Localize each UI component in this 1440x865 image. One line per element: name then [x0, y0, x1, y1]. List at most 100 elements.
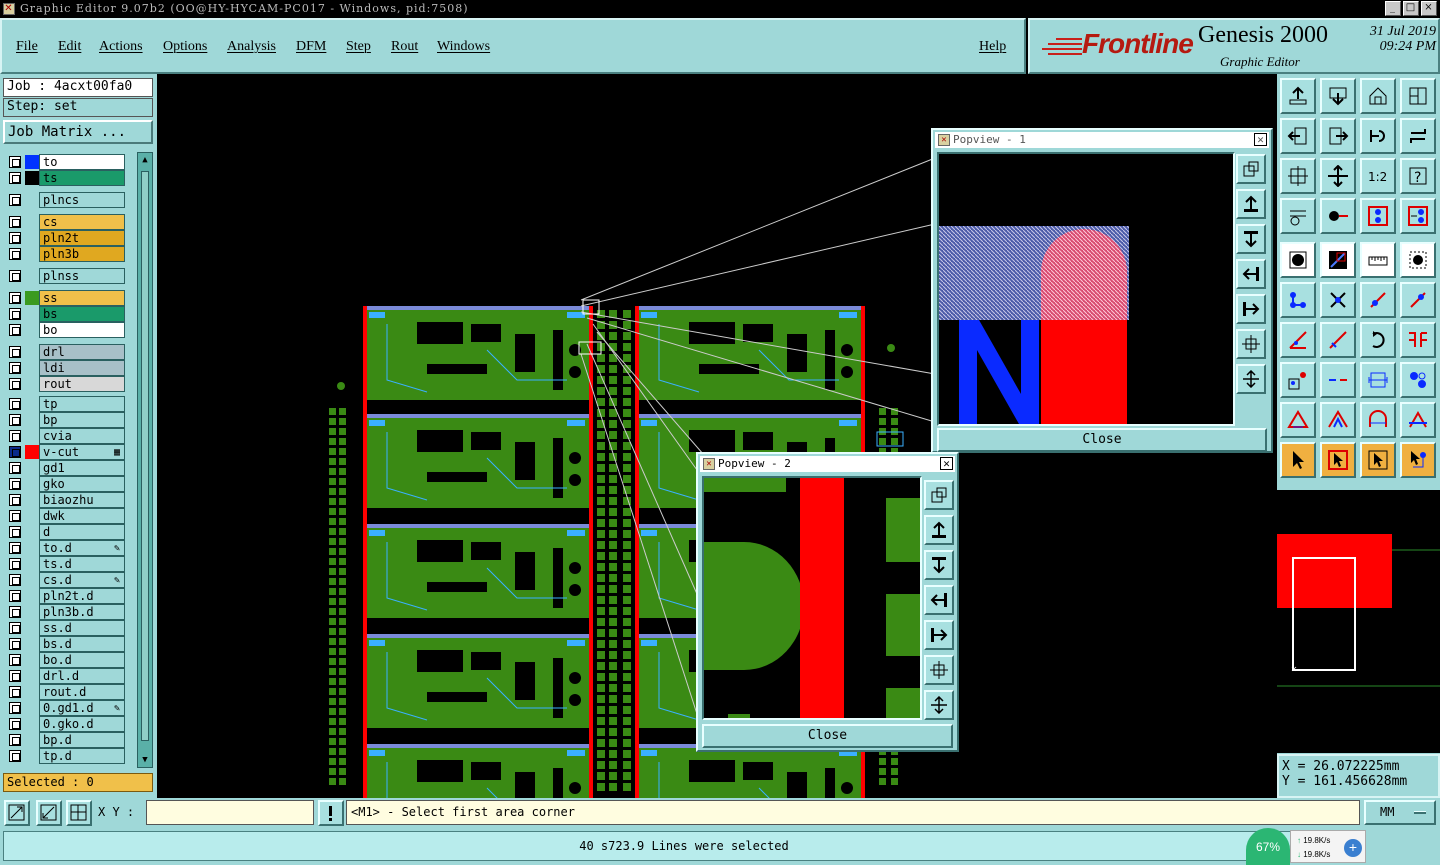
layer-name[interactable]: tp.d [39, 748, 125, 764]
pointer-button[interactable] [1280, 442, 1316, 478]
layer-name[interactable]: bp [39, 412, 125, 428]
zoom-home-button[interactable] [1320, 158, 1356, 194]
menu-analysis[interactable]: Analysis [227, 39, 276, 55]
layer-name[interactable]: pln2t [39, 230, 125, 246]
layer-row[interactable]: bp [5, 412, 127, 428]
split-view-button[interactable] [1400, 78, 1436, 114]
connect-button[interactable] [1280, 282, 1316, 318]
cut-line-button[interactable] [1320, 362, 1356, 398]
layer-checkbox[interactable] [9, 638, 21, 650]
units-selector[interactable]: MM [1364, 800, 1436, 825]
triangle-add-button[interactable] [1280, 402, 1316, 438]
layer-name[interactable]: biaozhu [39, 492, 125, 508]
layer-row[interactable]: cs.d ✎ [5, 572, 127, 588]
layer-row[interactable]: ss [5, 290, 127, 306]
scroll-up-icon[interactable]: ▲ [140, 155, 150, 165]
layer-checkbox[interactable] [9, 414, 21, 426]
layer-row[interactable]: drl [5, 344, 127, 360]
menu-help[interactable]: Help [979, 39, 1006, 55]
layer-checkbox[interactable] [9, 654, 21, 666]
layer-name[interactable]: ldi [39, 360, 125, 376]
layer-name[interactable]: cs [39, 214, 125, 230]
layer-name[interactable]: bs.d [39, 636, 125, 652]
overview-window[interactable]: × [1277, 490, 1440, 753]
layer-checkbox[interactable] [9, 462, 21, 474]
layer-name[interactable]: cvia [39, 428, 125, 444]
popview-copy-view-button[interactable] [924, 480, 954, 510]
layer-checkbox[interactable] [9, 324, 21, 336]
layer-name[interactable]: 0.gd1.d ✎ [39, 700, 125, 716]
network-gauge[interactable]: 67% [1246, 828, 1290, 865]
net-highlight-button[interactable] [1400, 198, 1436, 234]
scroll-thumb[interactable] [141, 171, 149, 741]
layer-name[interactable]: pln3b.d [39, 604, 125, 620]
swap-button[interactable] [1360, 118, 1396, 154]
menu-rout[interactable]: Rout [391, 39, 418, 55]
layer-checkbox[interactable] [9, 510, 21, 522]
layer-checkbox[interactable] [9, 270, 21, 282]
ruler-button[interactable] [1360, 242, 1396, 278]
popview-pan-down-button[interactable] [1236, 224, 1266, 254]
layer-name[interactable]: pln3b [39, 246, 125, 262]
layer-checkbox[interactable] [9, 232, 21, 244]
popview-1-titlebar[interactable]: ✕ Popview - 1 ✕ [935, 132, 1269, 148]
scale-one-two-button[interactable]: 1:2 [1360, 158, 1396, 194]
slash-line-button[interactable] [1320, 322, 1356, 358]
measure-pad-button[interactable] [1360, 362, 1396, 398]
triangle-edit-button[interactable] [1320, 402, 1356, 438]
home-button[interactable] [1360, 78, 1396, 114]
layer-checkbox[interactable] [9, 574, 21, 586]
menu-edit[interactable]: Edit [58, 39, 81, 55]
layer-checkbox[interactable] [9, 216, 21, 228]
popview-1-close-button[interactable]: Close [937, 428, 1267, 452]
cross-pad-button[interactable] [1320, 282, 1356, 318]
layer-name[interactable]: ts [39, 170, 125, 186]
layer-checkbox[interactable] [9, 398, 21, 410]
layer-checkbox[interactable] [9, 156, 21, 168]
probe-button[interactable] [1320, 198, 1356, 234]
popview-2-close-icon[interactable]: ✕ [940, 457, 953, 470]
home-up-button[interactable] [1280, 78, 1316, 114]
layer-row[interactable]: gko [5, 476, 127, 492]
layer-checkbox[interactable] [9, 558, 21, 570]
layer-name[interactable]: gd1 [39, 460, 125, 476]
layer-name[interactable]: drl.d [39, 668, 125, 684]
layer-name[interactable]: bo.d [39, 652, 125, 668]
layer-row[interactable]: bs [5, 306, 127, 322]
layer-checkbox[interactable] [9, 172, 21, 184]
popview-pan-up-button[interactable] [924, 515, 954, 545]
layer-row[interactable]: ts.d [5, 556, 127, 572]
layer-checkbox[interactable] [9, 378, 21, 390]
layer-checkbox[interactable] [9, 308, 21, 320]
layer-row[interactable]: ldi [5, 360, 127, 376]
rotate-pad-button[interactable] [1400, 282, 1436, 318]
layer-checkbox[interactable] [9, 362, 21, 374]
layer-checkbox[interactable] [9, 606, 21, 618]
layer-name[interactable]: tp [39, 396, 125, 412]
plus-icon[interactable]: + [1344, 839, 1362, 857]
layer-checkbox[interactable] [9, 478, 21, 490]
layer-row[interactable]: pln2t [5, 230, 127, 246]
layer-name[interactable]: d [39, 524, 125, 540]
menu-actions[interactable]: Actions [99, 39, 143, 55]
layer-checkbox[interactable] [9, 542, 21, 554]
layer-name[interactable]: bs [39, 306, 125, 322]
menu-windows[interactable]: Windows [437, 39, 490, 55]
layer-name[interactable]: plncs [39, 192, 125, 208]
dotted-select-button[interactable] [1400, 242, 1436, 278]
layer-name[interactable]: 0.gko.d [39, 716, 125, 732]
layer-row[interactable]: d [5, 524, 127, 540]
popview-1-window[interactable]: ✕ Popview - 1 ✕ Close [931, 128, 1273, 453]
maximize-button[interactable]: □ [1403, 1, 1419, 16]
layer-name[interactable]: rout.d [39, 684, 125, 700]
layer-name[interactable]: ss [39, 290, 125, 306]
layer-checkbox[interactable] [9, 494, 21, 506]
layer-checkbox[interactable] [9, 590, 21, 602]
pan-down-button[interactable] [1320, 78, 1356, 114]
layer-checkbox[interactable] [9, 718, 21, 730]
draw-line-button[interactable] [1320, 242, 1356, 278]
layer-checkbox[interactable] [9, 194, 21, 206]
popview-zoom-out-button[interactable] [1236, 364, 1266, 394]
layer-row[interactable]: gd1 [5, 460, 127, 476]
layer-name[interactable]: ts.d [39, 556, 125, 572]
